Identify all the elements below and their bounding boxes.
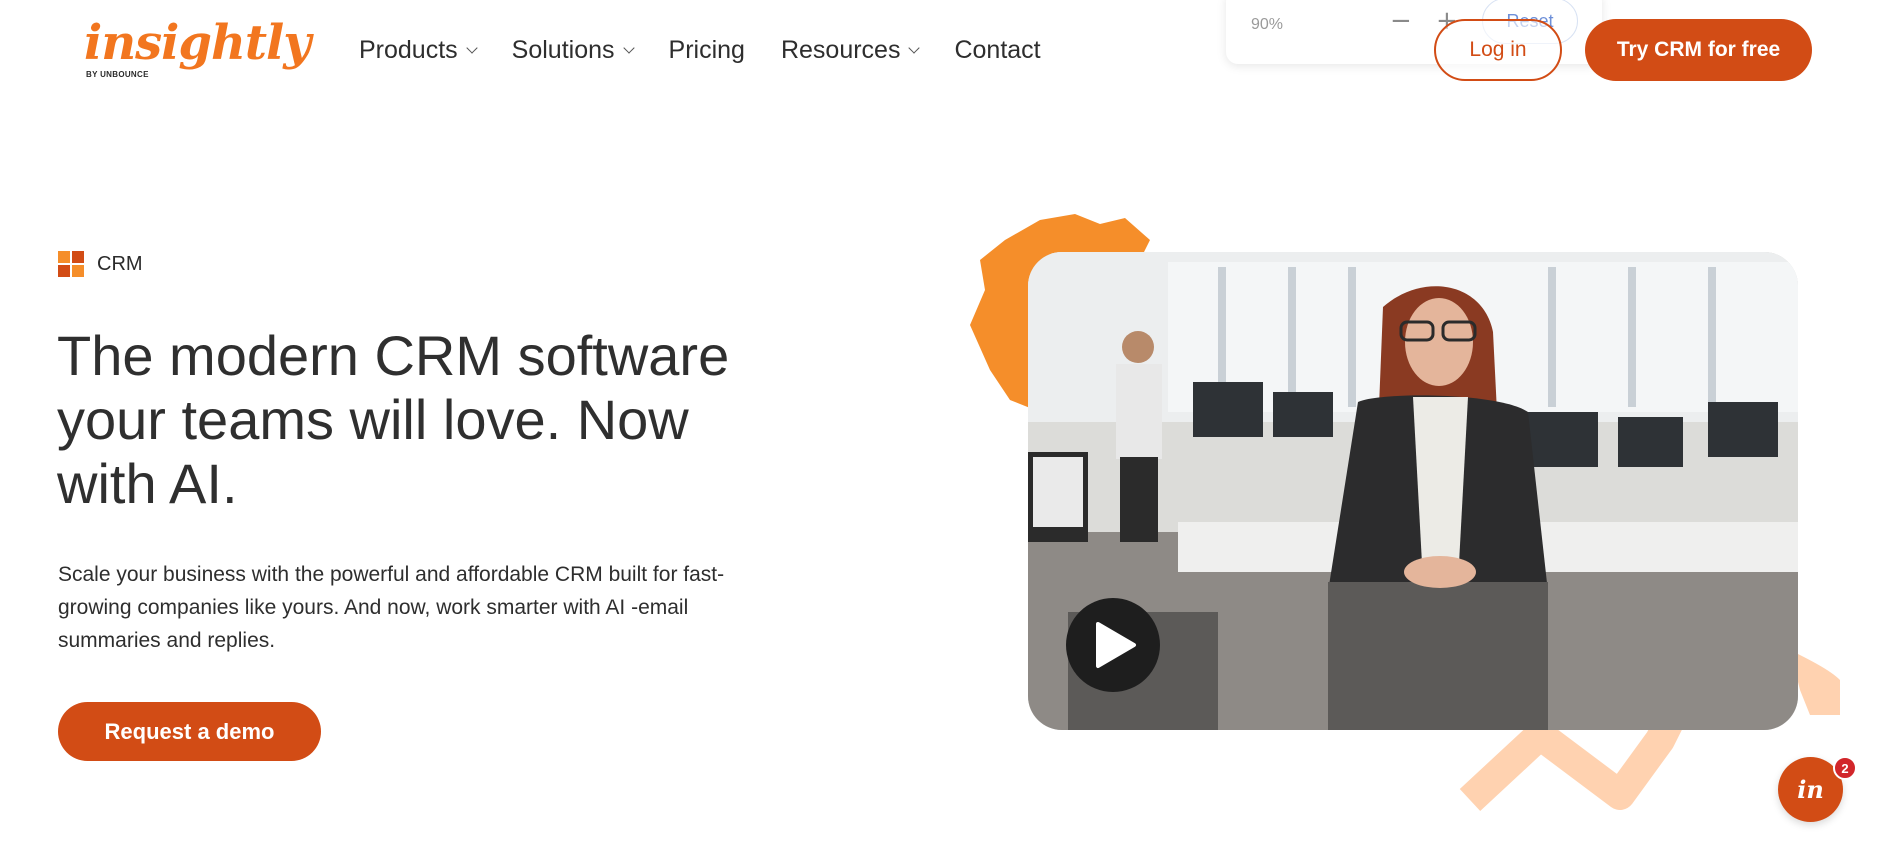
logo-byline: BY UNBOUNCE	[86, 70, 149, 79]
nav-item-label: Solutions	[511, 35, 615, 64]
nav-item-label: Contact	[954, 35, 1041, 64]
nav-item-pricing[interactable]: Pricing	[669, 36, 745, 65]
chevron-down-icon	[466, 42, 478, 54]
insightly-logo[interactable]: insightly BY UNBOUNCE	[84, 14, 311, 84]
logo-wordmark: insightly	[84, 15, 311, 71]
hero-subtitle: Scale your business with the powerful an…	[58, 563, 725, 652]
nav-item-label: Resources	[780, 35, 901, 64]
play-icon	[1096, 622, 1136, 668]
login-button[interactable]: Log in	[1434, 19, 1562, 81]
zoom-out-button[interactable]: −	[1390, 8, 1412, 34]
main-nav: Products Solutions Pricing Resources Con…	[359, 32, 1077, 68]
nav-item-solutions[interactable]: Solutions	[511, 35, 635, 65]
crm-grid-icon	[58, 251, 84, 277]
site-header: insightly BY UNBOUNCE Products Solutions…	[0, 0, 1894, 100]
play-video-button[interactable]	[1066, 598, 1160, 692]
nav-item-label: Pricing	[668, 35, 745, 64]
nav-item-label: Products	[359, 35, 458, 64]
chat-notification-badge: 2	[1833, 756, 1857, 780]
insightly-chat-icon: in	[1797, 775, 1824, 804]
chevron-down-icon	[908, 42, 921, 54]
chevron-down-icon	[622, 42, 635, 54]
product-tag: CRM	[58, 251, 143, 277]
hero-title: The modern CRM software your teams will …	[57, 324, 730, 515]
try-crm-free-button[interactable]: Try CRM for free	[1585, 19, 1812, 81]
peach-zigzag	[1459, 713, 1684, 811]
nav-item-contact[interactable]: Contact	[954, 36, 1040, 65]
zoom-level: 90%	[1251, 16, 1284, 33]
product-tag-label: CRM	[97, 252, 143, 275]
nav-item-products[interactable]: Products	[359, 35, 478, 65]
request-demo-button[interactable]: Request a demo	[58, 702, 321, 761]
hero-video[interactable]	[1028, 252, 1798, 730]
nav-item-resources[interactable]: Resources	[780, 35, 921, 65]
